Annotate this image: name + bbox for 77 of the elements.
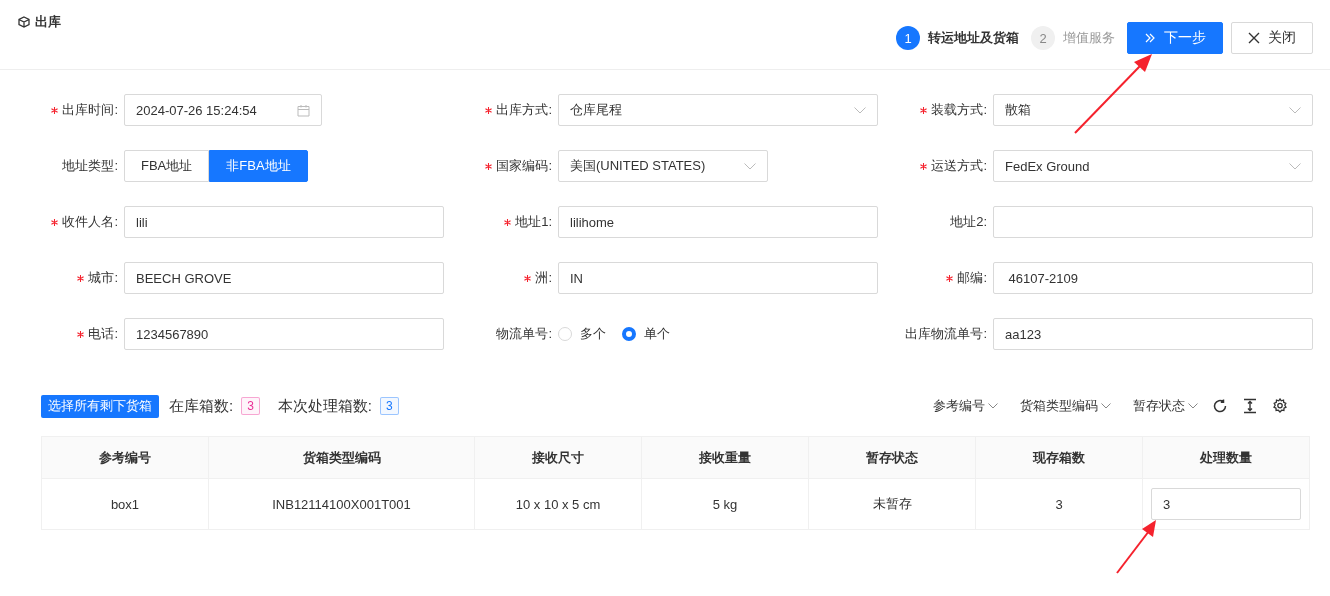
segment-option[interactable]: FBA地址 — [124, 150, 210, 182]
text-field[interactable]: IN — [558, 262, 878, 294]
table-cell: 3 — [975, 478, 1143, 530]
chevron-down-icon — [744, 162, 756, 170]
column-header: 现存箱数 — [975, 436, 1143, 479]
chevron-down-icon — [854, 106, 866, 114]
text-field[interactable]: aa123 — [993, 318, 1313, 350]
step-number: 1 — [896, 26, 920, 50]
select-remaining-button[interactable]: 选择所有剩下货箱 — [41, 394, 159, 418]
chevron-down-icon — [1188, 403, 1198, 409]
column-header: 暂存状态 — [808, 436, 976, 479]
field-label: 电话: — [88, 325, 118, 343]
text-field[interactable]: 1234567890 — [124, 318, 444, 350]
field-label: 地址1: — [515, 213, 552, 231]
field-label: 国家编码: — [496, 157, 552, 175]
field-label: 地址2: — [950, 213, 987, 231]
close-icon — [1248, 32, 1260, 44]
column-header: 接收尺寸 — [474, 436, 642, 479]
text-field[interactable]: lili — [124, 206, 444, 238]
count-tag: 3 — [241, 397, 260, 415]
page-title: 出库 — [35, 13, 61, 31]
step-label: 增值服务 — [1063, 29, 1115, 47]
select-field[interactable]: 散箱 — [993, 94, 1313, 126]
text-field[interactable]: 46107-2109 — [993, 262, 1313, 294]
field-label: 装载方式: — [931, 101, 987, 119]
radio-label: 多个 — [580, 325, 606, 343]
calendar-icon — [297, 103, 310, 117]
double-chevron-icon — [1144, 32, 1156, 44]
count-tag: 3 — [380, 397, 399, 415]
quantity-field[interactable]: 3 — [1151, 488, 1301, 520]
radio-button[interactable] — [622, 327, 636, 341]
table-cell: 10 x 10 x 5 cm — [474, 478, 642, 530]
refresh-icon[interactable] — [1212, 398, 1228, 414]
date-field[interactable]: 2024-07-26 15:24:54 — [124, 94, 322, 126]
field-label: 物流单号: — [496, 325, 552, 343]
field-label: 出库方式: — [496, 101, 552, 119]
field-label: 出库物流单号: — [905, 325, 987, 343]
table-cell: box1 — [41, 478, 209, 530]
column-header: 货箱类型编码 — [208, 436, 475, 479]
text-field[interactable] — [993, 206, 1313, 238]
table-cell: INB12114100X001T001 — [208, 478, 475, 530]
box-icon — [18, 16, 30, 28]
field-label: 运送方式: — [931, 157, 987, 175]
step-label: 转运地址及货箱 — [928, 29, 1019, 47]
step-number: 2 — [1031, 26, 1055, 50]
field-label: 出库时间: — [62, 101, 118, 119]
annotation-arrow — [1116, 520, 1156, 574]
table-cell: 5 kg — [641, 478, 809, 530]
field-label: 收件人名: — [62, 213, 118, 231]
chevron-down-icon — [1289, 106, 1301, 114]
field-label: 邮编: — [957, 269, 987, 287]
field-label: 洲: — [535, 269, 552, 287]
select-field[interactable]: 美国(UNITED STATES) — [558, 150, 768, 182]
close-button[interactable]: 关闭 — [1231, 22, 1313, 54]
field-label: 地址类型: — [62, 157, 118, 175]
column-filter[interactable]: 参考编号 — [933, 397, 998, 415]
count-label: 在库箱数: — [169, 396, 234, 416]
row-height-icon[interactable] — [1242, 398, 1258, 414]
field-label: 城市: — [88, 269, 118, 287]
chevron-down-icon — [988, 403, 998, 409]
column-header: 处理数量 — [1142, 436, 1310, 479]
column-filter[interactable]: 暂存状态 — [1133, 397, 1198, 415]
select-field[interactable]: 仓库尾程 — [558, 94, 878, 126]
select-field[interactable]: FedEx Ground — [993, 150, 1313, 182]
segment-option[interactable]: 非FBA地址 — [209, 150, 308, 182]
column-header: 参考编号 — [41, 436, 209, 479]
count-label: 本次处理箱数: — [277, 396, 373, 416]
chevron-down-icon — [1289, 162, 1301, 170]
table-cell: 未暂存 — [808, 478, 976, 530]
text-field[interactable]: BEECH GROVE — [124, 262, 444, 294]
column-filter[interactable]: 货箱类型编码 — [1020, 397, 1111, 415]
column-header: 接收重量 — [641, 436, 809, 479]
settings-icon[interactable] — [1272, 398, 1288, 414]
chevron-down-icon — [1101, 403, 1111, 409]
radio-label: 单个 — [644, 325, 670, 343]
text-field[interactable]: lilihome — [558, 206, 878, 238]
next-button[interactable]: 下一步 — [1127, 22, 1223, 54]
